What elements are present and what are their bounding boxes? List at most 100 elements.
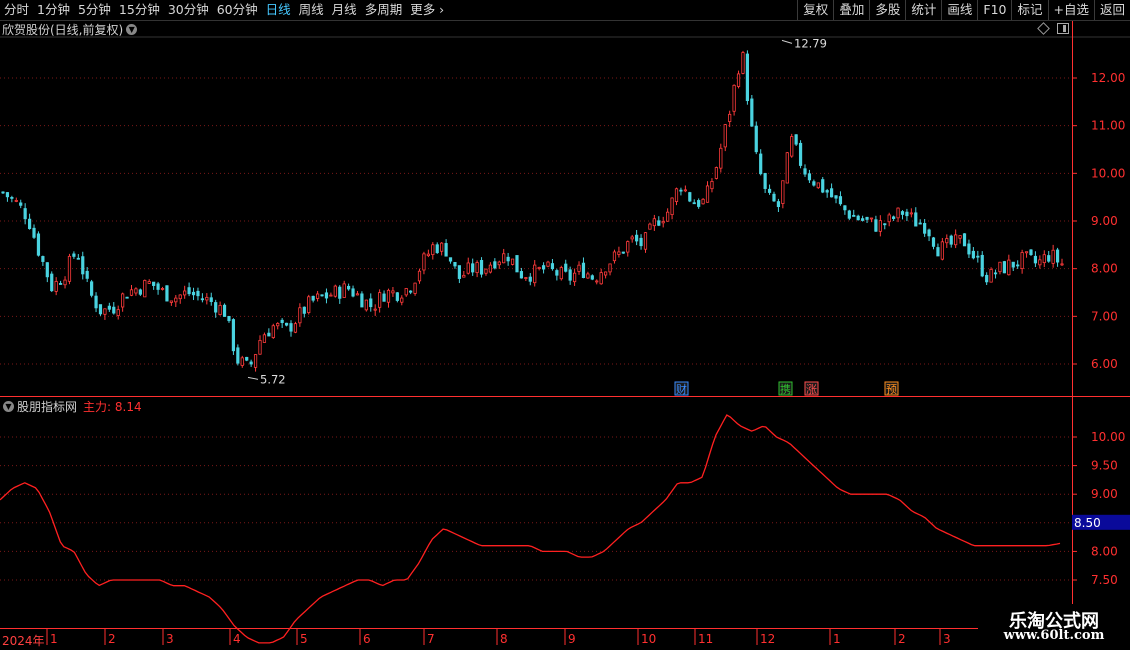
candle-body bbox=[905, 211, 909, 217]
candle-body bbox=[861, 218, 865, 221]
candle-body bbox=[147, 281, 151, 284]
candle-body bbox=[76, 257, 80, 260]
price-tick-label: 8.00 bbox=[1091, 262, 1118, 276]
candle-body bbox=[23, 208, 27, 220]
month-label: 1 bbox=[833, 632, 841, 646]
candle-body bbox=[621, 251, 625, 254]
candle-body bbox=[732, 84, 736, 112]
candle-body bbox=[1055, 249, 1060, 263]
candle-body bbox=[14, 200, 18, 202]
candle-body bbox=[595, 280, 599, 283]
candle-body bbox=[302, 306, 306, 314]
candle-body bbox=[1024, 251, 1029, 254]
candle-body bbox=[586, 273, 590, 279]
month-label: 5 bbox=[300, 632, 308, 646]
candle-body bbox=[426, 253, 430, 257]
indicator-tick-label: 9.50 bbox=[1091, 459, 1118, 473]
chevron-down-icon[interactable]: ▼ bbox=[3, 400, 14, 412]
event-marker-label: 携 bbox=[780, 382, 791, 396]
candle-body bbox=[391, 290, 395, 294]
event-marker-label: 财 bbox=[676, 382, 687, 396]
candle-body bbox=[993, 272, 998, 275]
candle-body bbox=[1002, 261, 1006, 274]
candle-body bbox=[502, 253, 506, 264]
candle-body bbox=[27, 218, 32, 230]
candle-body bbox=[559, 267, 563, 280]
candle-body bbox=[298, 307, 302, 324]
candle-body bbox=[493, 261, 497, 269]
kline-chart[interactable]: 12.00 11.00 10.00 9.00 8.00 7.00 6.00 12.79 5.72… bbox=[0, 0, 1130, 650]
low-price-label: 5.72 bbox=[260, 372, 286, 386]
candle-body bbox=[759, 153, 763, 175]
month-label: 3 bbox=[166, 632, 174, 646]
candle-body bbox=[949, 235, 953, 245]
candle-body bbox=[635, 234, 639, 242]
candle-body bbox=[772, 193, 776, 202]
candle-body bbox=[750, 98, 754, 127]
candle-body bbox=[790, 136, 794, 157]
candle-body bbox=[710, 181, 714, 190]
candle-body bbox=[838, 196, 843, 205]
candle-body bbox=[572, 272, 577, 283]
candle-body bbox=[253, 354, 258, 368]
candle-body bbox=[90, 281, 94, 296]
candle-body bbox=[271, 325, 275, 338]
candle-body bbox=[940, 241, 944, 260]
candle-body bbox=[577, 264, 581, 272]
candle-body bbox=[444, 243, 448, 257]
indicator-value: 主力: 8.14 bbox=[83, 399, 142, 414]
candle-body bbox=[103, 308, 107, 315]
candle-body bbox=[657, 220, 661, 226]
candle-body bbox=[564, 263, 568, 272]
candle-body bbox=[883, 223, 887, 226]
candle-body bbox=[1038, 259, 1042, 266]
candle-body bbox=[360, 293, 364, 308]
candle-body bbox=[825, 190, 829, 193]
candle-body bbox=[666, 211, 670, 222]
candle-body bbox=[187, 287, 191, 295]
candle-body bbox=[803, 168, 807, 175]
candle-body bbox=[382, 293, 386, 302]
candle-body bbox=[537, 267, 541, 269]
candle-body bbox=[338, 286, 342, 299]
candle-body bbox=[121, 293, 125, 308]
candle-body bbox=[484, 268, 488, 274]
candle-body bbox=[599, 272, 603, 285]
candle-body bbox=[417, 270, 422, 282]
candle-body bbox=[1047, 255, 1051, 262]
candle-body bbox=[311, 295, 315, 301]
candle-body bbox=[900, 211, 905, 215]
candle-body bbox=[617, 251, 621, 255]
candle-body bbox=[510, 258, 515, 265]
candle-body bbox=[10, 197, 14, 199]
candle-body bbox=[107, 305, 111, 310]
candle-body bbox=[661, 221, 665, 224]
candle-body bbox=[183, 290, 187, 296]
candle-body bbox=[608, 263, 612, 273]
candle-body bbox=[125, 296, 129, 299]
candle-body bbox=[541, 265, 546, 270]
candle-body bbox=[59, 283, 63, 285]
month-label: 2 bbox=[898, 632, 906, 646]
candle-body bbox=[626, 241, 630, 253]
candle-body bbox=[218, 305, 222, 315]
candle-body bbox=[874, 219, 878, 232]
candle-body bbox=[958, 235, 962, 239]
candle-body bbox=[1042, 254, 1046, 264]
candle-body bbox=[32, 227, 36, 238]
candle-body bbox=[723, 124, 727, 148]
candle-body bbox=[648, 223, 652, 230]
candle-body bbox=[785, 152, 789, 184]
candle-body bbox=[843, 205, 847, 211]
candle-body bbox=[736, 73, 741, 87]
candle-body bbox=[497, 261, 501, 266]
candle-body bbox=[373, 308, 377, 311]
current-value-label: 8.50 bbox=[1074, 516, 1101, 530]
candle-body bbox=[315, 293, 320, 299]
candle-body bbox=[670, 197, 674, 216]
candle-body bbox=[178, 294, 182, 300]
candle-body bbox=[989, 268, 993, 283]
candle-body bbox=[191, 291, 196, 296]
candle-body bbox=[214, 302, 218, 313]
candle-body bbox=[590, 275, 594, 280]
